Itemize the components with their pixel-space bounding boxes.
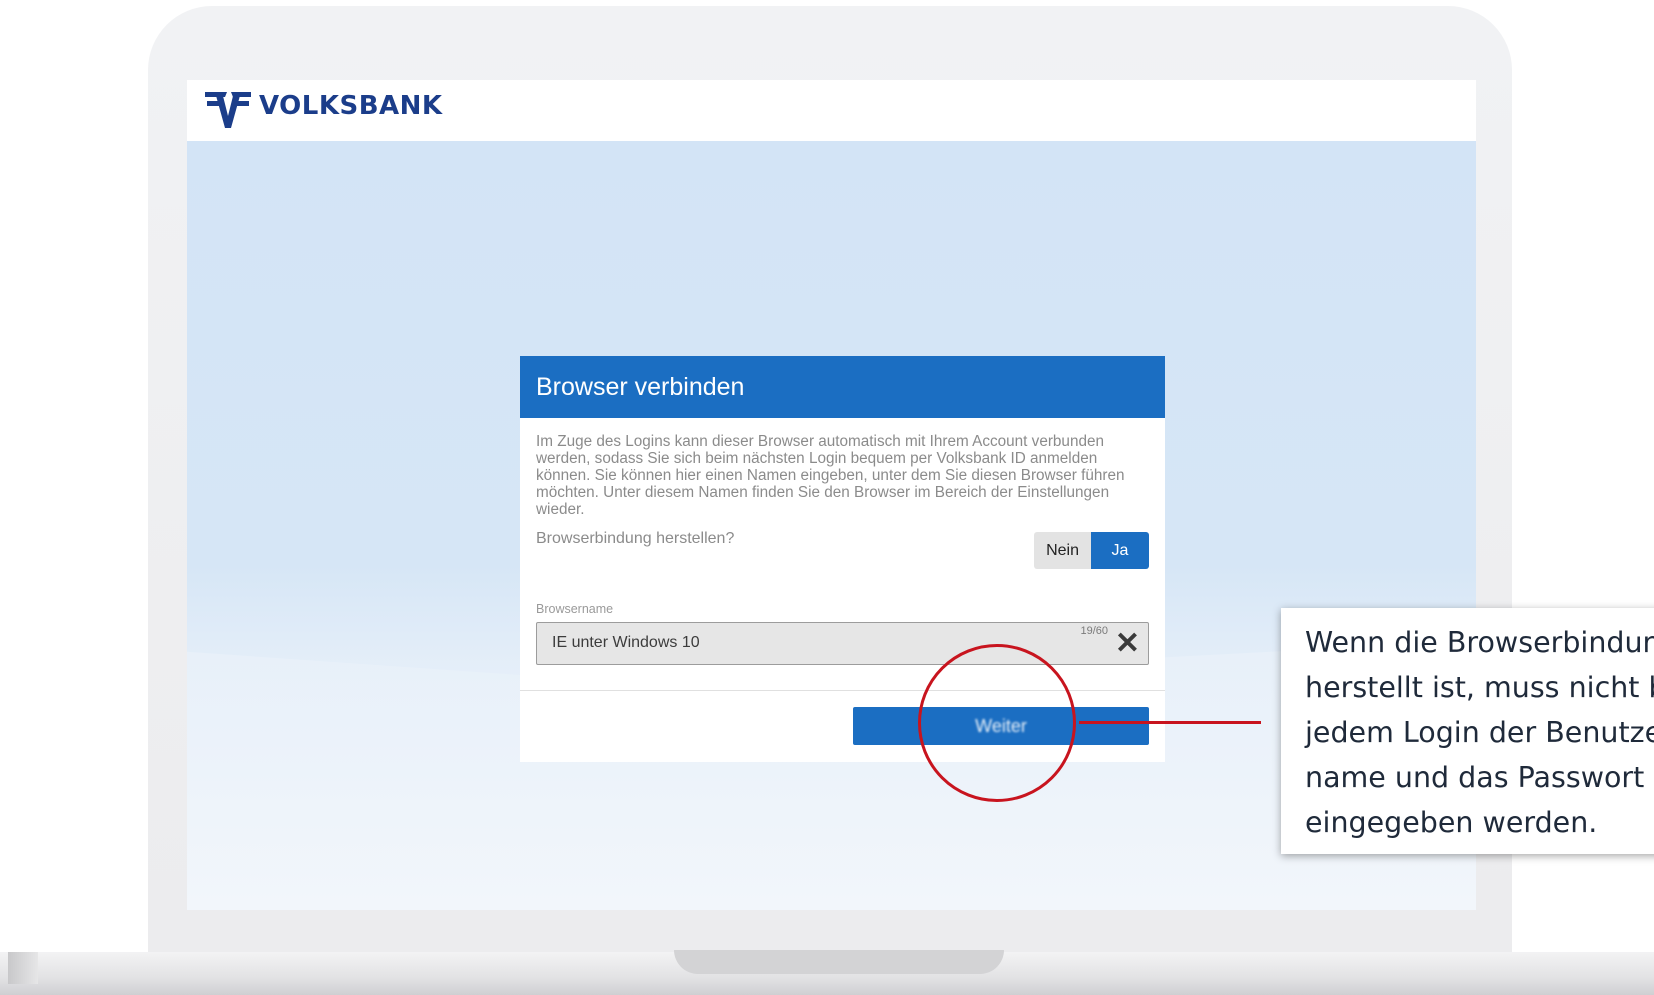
toggle-no-button[interactable]: Nein [1034,532,1091,569]
highlight-circle [918,644,1076,802]
binding-question: Browserbindung herstellen? [536,530,735,547]
callout-text: Wenn die Browserbindung herstellt ist, m… [1305,626,1654,839]
browsername-label: Browsername [536,602,614,616]
brand-name: VOLKSBANK [259,91,443,121]
callout-box: Wenn die Browserbindung herstellt ist, m… [1281,608,1654,854]
browsername-value: IE unter Windows 10 [552,634,700,651]
binding-question-row: Browserbindung herstellen? Nein Ja [536,528,1149,572]
volksbank-logo-icon [205,92,251,128]
dialog-title: Browser verbinden [520,356,1165,418]
callout-connector-line [1079,721,1261,724]
app-header: VOLKSBANK [187,80,1476,141]
character-counter: 19/60 [1080,625,1108,637]
binding-toggle: Nein Ja [1034,532,1149,569]
toggle-yes-button[interactable]: Ja [1091,532,1149,569]
brand-logo[interactable]: VOLKSBANK [203,86,443,130]
browsername-field[interactable]: IE unter Windows 10 19/60 ✕ [536,622,1149,665]
laptop-edge [8,952,38,984]
close-icon[interactable]: ✕ [1115,629,1140,659]
dialog-body: Im Zuge des Logins kann dieser Browser a… [520,418,1165,699]
laptop-notch [674,950,1004,974]
dialog-intro-text: Im Zuge des Logins kann dieser Browser a… [536,433,1125,518]
